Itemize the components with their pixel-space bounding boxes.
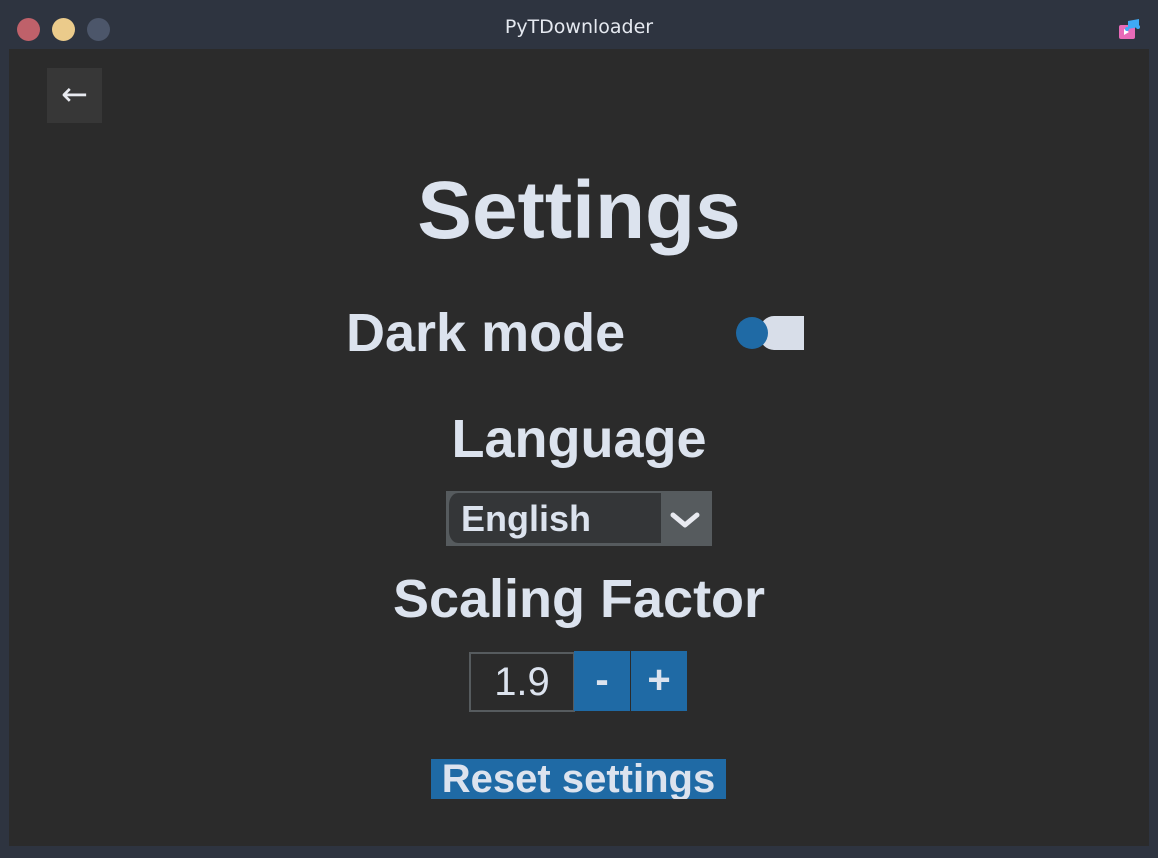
settings-page: ← Settings Dark mode Language English Sc…	[9, 49, 1149, 846]
music-download-icon	[1119, 19, 1140, 39]
app-window: PyTDownloader ← Settings Dark mode Langu…	[0, 0, 1158, 858]
dark-mode-label: Dark mode	[346, 303, 626, 363]
scaling-factor-label: Scaling Factor	[392, 569, 766, 629]
reset-settings-button[interactable]: Reset settings	[431, 759, 726, 799]
toggle-knob	[736, 317, 768, 349]
dark-mode-toggle[interactable]	[736, 315, 806, 351]
title-bar: PyTDownloader	[0, 0, 1158, 50]
window-title: PyTDownloader	[504, 16, 654, 38]
language-label: Language	[451, 409, 707, 469]
language-select-value: English	[461, 498, 592, 539]
language-select-field[interactable]: English	[446, 493, 661, 543]
chevron-down-icon[interactable]	[658, 491, 712, 546]
decrease-scale-button[interactable]: -	[574, 651, 630, 711]
scaling-factor-value: 1.9	[469, 652, 575, 712]
increase-scale-button[interactable]: +	[631, 651, 687, 711]
back-button[interactable]: ←	[47, 68, 102, 123]
language-select[interactable]: English	[446, 491, 712, 546]
page-title: Settings	[417, 165, 741, 256]
